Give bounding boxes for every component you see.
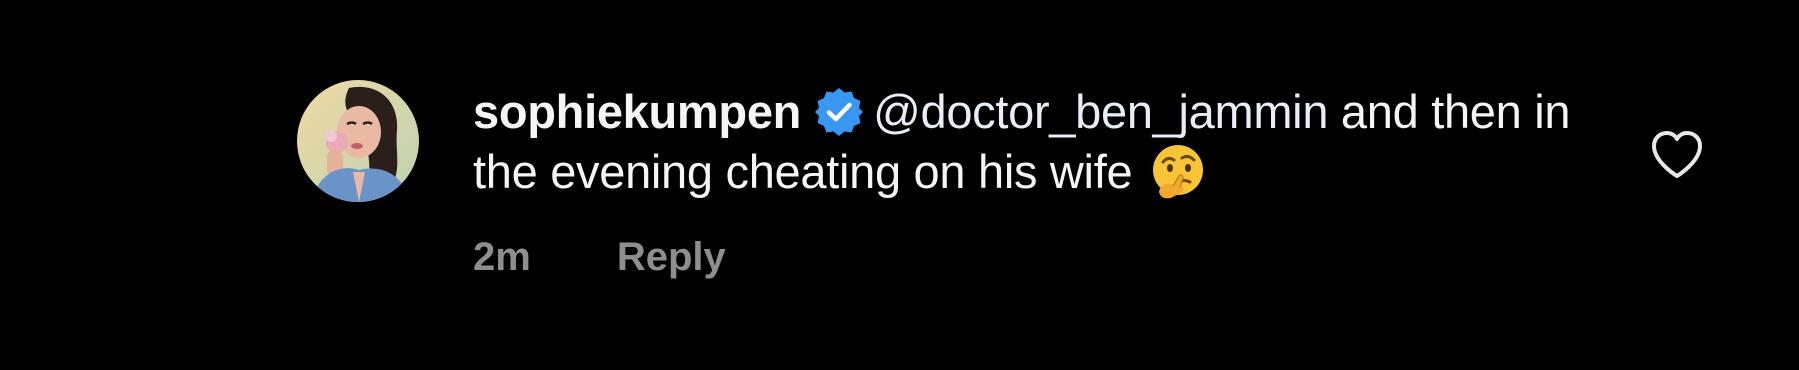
mention-link[interactable]: @doctor_ben_jammin	[873, 85, 1328, 138]
heart-outline-icon[interactable]	[1650, 130, 1704, 180]
timestamp: 2m	[473, 235, 531, 279]
verified-badge-icon	[813, 86, 865, 138]
comment-body: sophiekumpen @doctor_ben_jammin and then…	[473, 82, 1573, 202]
comment-meta: 2m Reply	[473, 235, 726, 280]
username-link[interactable]: sophiekumpen	[473, 85, 801, 138]
comment-row: sophiekumpen @doctor_ben_jammin and then…	[0, 0, 1799, 370]
avatar[interactable]	[297, 80, 419, 202]
reply-button[interactable]: Reply	[617, 235, 726, 279]
thinking-face-emoji	[1149, 142, 1207, 200]
